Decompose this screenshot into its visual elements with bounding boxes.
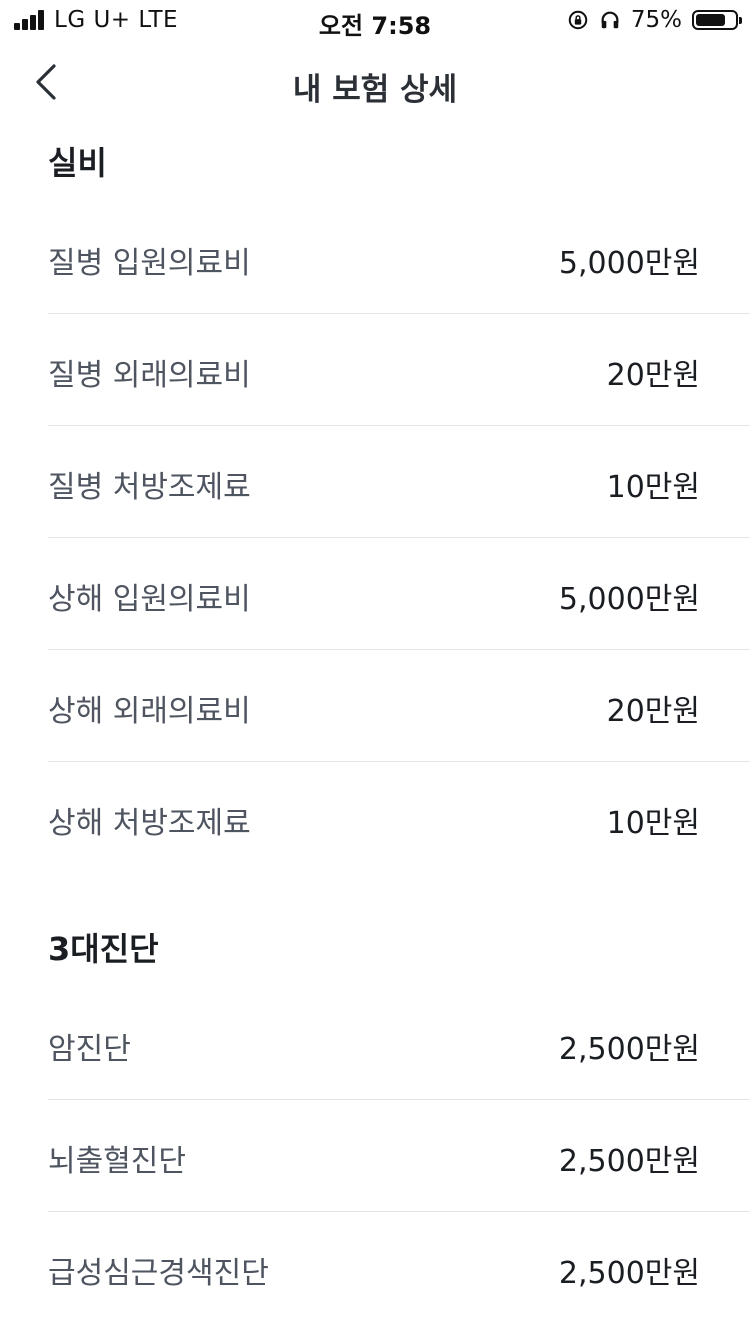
coverage-row: 급성심근경색진단 2,500만원: [48, 1212, 750, 1324]
page-title: 내 보험 상세: [292, 72, 458, 108]
coverage-label: 상해 외래의료비: [48, 694, 251, 729]
coverage-label: 질병 외래의료비: [48, 358, 251, 393]
navigation-bar: 내 보험 상세: [0, 40, 750, 124]
coverage-amount: 20만원: [606, 358, 700, 393]
status-right-group: 75%: [567, 6, 742, 34]
coverage-amount: 2,500만원: [558, 1144, 700, 1179]
coverage-row: 암진단 2,500만원: [48, 988, 750, 1100]
coverage-amount: 20만원: [606, 694, 700, 729]
coverage-label: 암진단: [48, 1032, 131, 1067]
coverage-row: 질병 입원의료비 5,000만원: [48, 202, 750, 314]
coverage-label: 상해 입원의료비: [48, 582, 251, 617]
coverage-row: 질병 처방조제료 10만원: [48, 426, 750, 538]
coverage-amount: 2,500만원: [558, 1256, 700, 1291]
coverage-amount: 10만원: [606, 470, 700, 505]
coverage-label: 상해 처방조제료: [48, 806, 251, 841]
coverage-label: 질병 처방조제료: [48, 470, 251, 505]
coverage-label: 질병 입원의료비: [48, 246, 251, 281]
section-title-three-major-diagnoses: 3대진단: [48, 930, 159, 968]
status-bar: LG U+ LTE 오전 7:58 75%: [0, 0, 750, 40]
coverage-row: 상해 외래의료비 20만원: [48, 650, 750, 762]
coverage-amount: 2,500만원: [558, 1032, 700, 1067]
battery-percent: 75%: [630, 7, 682, 33]
rotation-lock-icon: [568, 10, 588, 30]
headphone-icon: [601, 11, 619, 29]
battery-icon: [692, 10, 742, 30]
coverage-row: 뇌출혈진단 2,500만원: [48, 1100, 750, 1212]
coverage-label: 급성심근경색진단: [48, 1256, 269, 1291]
section-title-silbi: 실비: [48, 144, 107, 182]
coverage-amount: 10만원: [606, 806, 700, 841]
coverage-amount: 5,000만원: [558, 582, 700, 617]
coverage-row: 상해 입원의료비 5,000만원: [48, 538, 750, 650]
coverage-row: 질병 외래의료비 20만원: [48, 314, 750, 426]
coverage-amount: 5,000만원: [558, 246, 700, 281]
coverage-row: 상해 처방조제료 10만원: [48, 762, 750, 874]
coverage-label: 뇌출혈진단: [48, 1144, 186, 1179]
